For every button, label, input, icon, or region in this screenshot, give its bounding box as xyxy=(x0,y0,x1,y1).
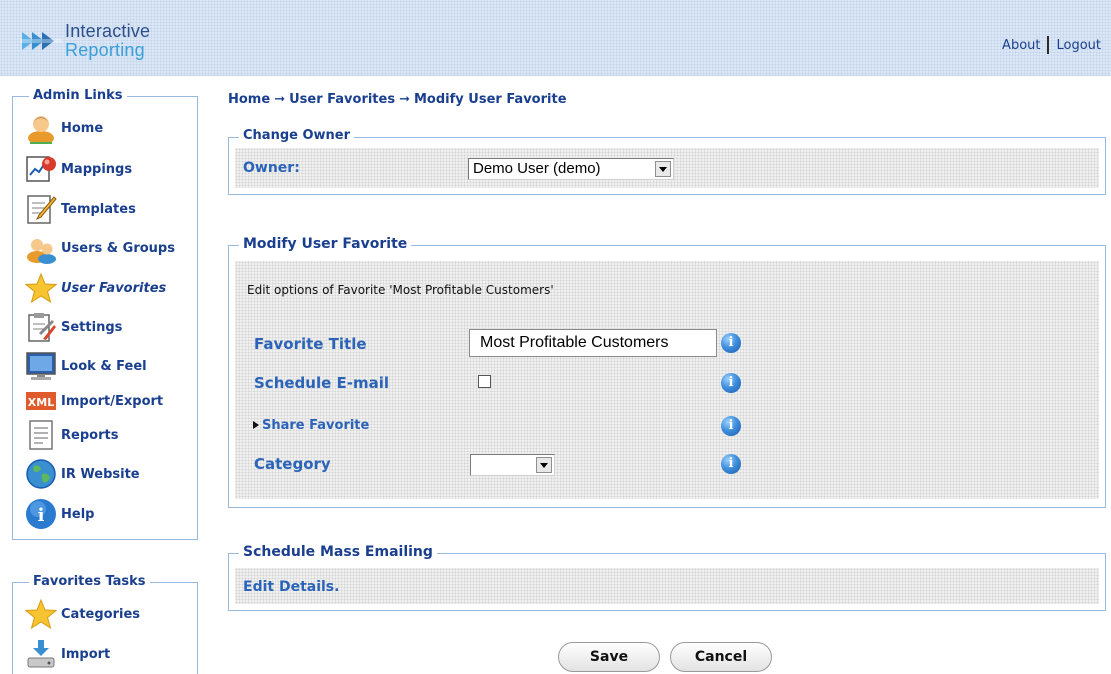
chevron-down-icon[interactable] xyxy=(655,161,671,177)
admin-links-panel: Admin Links Home Mappings Templates User… xyxy=(12,88,198,540)
change-owner-section: Change Owner Owner: Demo User (demo) xyxy=(228,128,1106,195)
share-favorite-toggle[interactable]: Share Favorite xyxy=(253,418,369,433)
breadcrumb-arrow: ➞ xyxy=(399,92,410,107)
schedule-email-checkbox[interactable] xyxy=(478,375,491,388)
save-button[interactable]: Save xyxy=(558,642,660,672)
user-icon xyxy=(28,116,54,144)
modify-favorite-body: Edit options of Favorite 'Most Profitabl… xyxy=(235,261,1099,499)
cancel-button[interactable]: Cancel xyxy=(670,642,772,672)
sidebar-item-label: Templates xyxy=(61,201,136,217)
breadcrumb-home[interactable]: Home xyxy=(228,92,270,107)
schedule-email-label: Schedule E-mail xyxy=(254,374,390,392)
chevron-down-icon[interactable] xyxy=(536,457,552,473)
favorites-tasks-title: Favorites Tasks xyxy=(29,574,150,589)
modify-favorite-title: Modify User Favorite xyxy=(239,236,412,252)
sidebar-item-label: Look & Feel xyxy=(61,358,147,374)
owner-select[interactable]: Demo User (demo) xyxy=(468,158,674,180)
favorite-title-label: Favorite Title xyxy=(254,335,367,353)
mass-email-row: Edit Details. xyxy=(235,568,1099,604)
sidebar-item-reports[interactable]: Reports xyxy=(25,418,118,452)
sidebar-item-help[interactable]: i Help xyxy=(25,497,94,531)
sidebar-item-label: Import/Export xyxy=(61,393,164,409)
report-document-icon xyxy=(29,420,53,450)
chart-icon xyxy=(26,156,56,182)
sidebar-item-look-feel[interactable]: Look & Feel xyxy=(25,349,147,383)
share-favorite-label: Share Favorite xyxy=(262,418,370,433)
users-icon xyxy=(27,239,56,264)
sidebar-item-home[interactable]: Home xyxy=(25,111,103,145)
favorite-description: Edit options of Favorite 'Most Profitabl… xyxy=(247,283,554,297)
breadcrumb: Home ➞ User Favorites ➞ Modify User Favorite xyxy=(228,92,567,107)
xml-icon: XML xyxy=(26,392,56,410)
breadcrumb-current: Modify User Favorite xyxy=(413,92,567,107)
change-owner-row: Owner: Demo User (demo) xyxy=(235,148,1099,188)
sidebar-item-label: Categories xyxy=(61,606,141,622)
sidebar-item-label: Users & Groups xyxy=(61,240,175,256)
info-icon: i xyxy=(26,499,56,529)
globe-icon xyxy=(26,459,56,489)
breadcrumb-arrow: ➞ xyxy=(274,92,286,107)
sidebar-item-mappings[interactable]: Mappings xyxy=(25,152,132,186)
sidebar-item-settings[interactable]: Settings xyxy=(25,310,122,344)
sidebar-item-label: User Favorites xyxy=(61,280,167,296)
admin-links-title: Admin Links xyxy=(29,88,127,103)
share-favorite-info-icon[interactable]: i xyxy=(721,416,741,436)
sidebar-item-label: Home xyxy=(61,120,104,136)
favorite-title-info-icon[interactable]: i xyxy=(721,333,741,353)
help-icon-glyph: i xyxy=(38,505,45,526)
breadcrumb-user-favorites[interactable]: User Favorites xyxy=(289,92,395,107)
import-icon xyxy=(27,640,55,668)
category-info-icon[interactable]: i xyxy=(721,454,741,474)
sidebar-item-user-favorites[interactable]: User Favorites xyxy=(25,271,166,305)
sidebar-item-import-export[interactable]: XML Import/Export xyxy=(25,384,163,418)
monitor-icon xyxy=(26,352,56,380)
owner-label: Owner: xyxy=(243,160,300,176)
pencil-document-icon xyxy=(27,195,57,224)
star-icon xyxy=(25,598,57,630)
logo-line-2: Reporting xyxy=(65,40,145,60)
sidebar-item-label: Settings xyxy=(61,319,123,335)
category-select[interactable] xyxy=(470,454,555,476)
logout-link[interactable]: Logout xyxy=(1056,38,1101,53)
sidebar-item-templates[interactable]: Templates xyxy=(25,192,136,226)
header-bar: Interactive Reporting About Logout xyxy=(0,0,1111,76)
logo-arrows-icon xyxy=(20,32,62,50)
sidebar-item-label: Reports xyxy=(61,427,119,443)
star-icon xyxy=(25,272,57,304)
top-links: About Logout xyxy=(1002,36,1101,54)
sidebar-item-categories[interactable]: Categories xyxy=(25,597,140,631)
xml-icon-text: XML xyxy=(28,396,54,409)
sidebar-item-label: IR Website xyxy=(61,466,140,482)
favorites-tasks-panel: Favorites Tasks Categories Import xyxy=(12,574,198,674)
change-owner-title: Change Owner xyxy=(239,128,355,143)
schedule-email-info-icon[interactable]: i xyxy=(721,373,741,393)
mass-email-title: Schedule Mass Emailing xyxy=(239,544,437,560)
category-label: Category xyxy=(254,455,331,473)
link-divider xyxy=(1047,36,1050,54)
caret-right-icon xyxy=(253,421,259,429)
sidebar-item-label: Mappings xyxy=(61,161,133,177)
sidebar-item-label: Help xyxy=(61,506,95,522)
owner-select-value: Demo User (demo) xyxy=(473,160,601,177)
favorite-title-input[interactable] xyxy=(469,329,717,357)
modify-favorite-section: Modify User Favorite Edit options of Fav… xyxy=(228,236,1106,508)
sidebar-item-ir-website[interactable]: IR Website xyxy=(25,457,140,491)
sidebar-item-label: Import xyxy=(61,646,111,662)
logo-line-1: Interactive xyxy=(65,21,151,41)
clipboard-tools-icon xyxy=(28,313,56,342)
about-link[interactable]: About xyxy=(1002,38,1040,53)
mass-email-section: Schedule Mass Emailing Edit Details. xyxy=(228,544,1106,611)
sidebar-item-users-groups[interactable]: Users & Groups xyxy=(25,231,175,265)
edit-details-link[interactable]: Edit Details. xyxy=(243,579,339,595)
sidebar-item-import[interactable]: Import xyxy=(25,637,110,671)
